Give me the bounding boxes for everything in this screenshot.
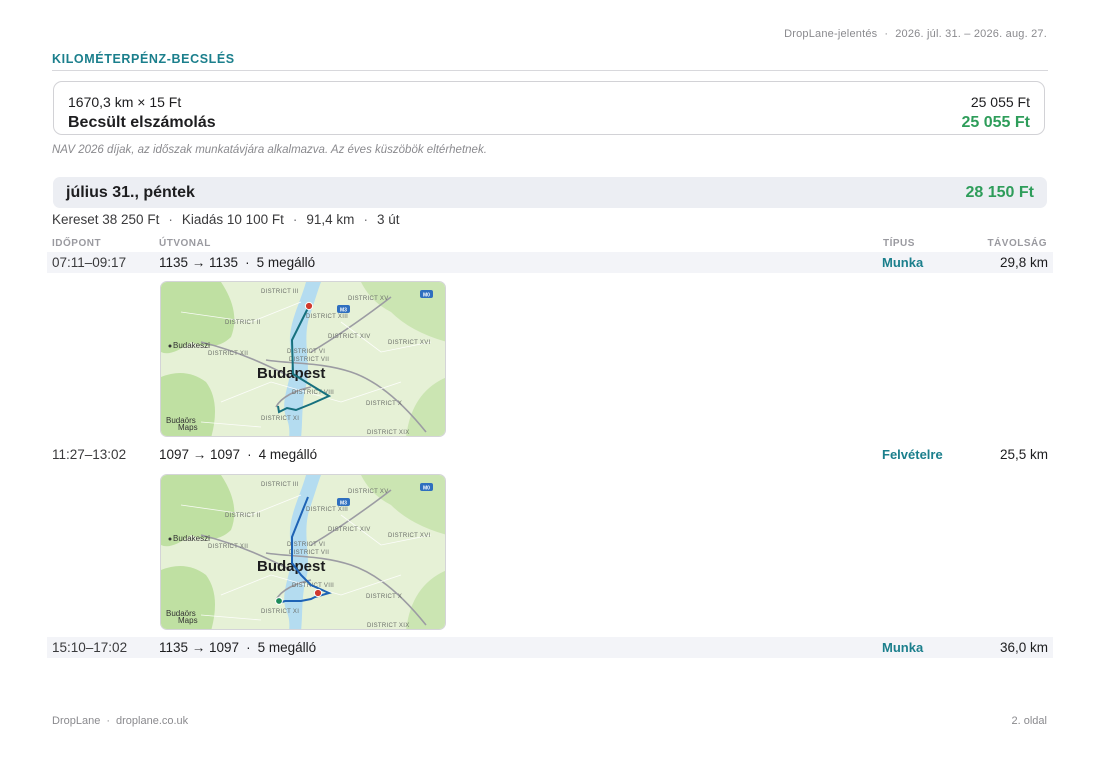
map-label-district-15: DISTRICT XV — [348, 296, 389, 302]
map-label-district-10: DISTRICT X — [366, 594, 402, 600]
separator: · — [168, 212, 173, 227]
footer-brand: DropLane · droplane.co.uk — [52, 715, 188, 727]
trip-stops: 4 megálló — [258, 447, 318, 462]
section-divider — [52, 70, 1048, 71]
estimate-total: 25 055 Ft — [961, 114, 1030, 131]
map-label-district-7: DISTRICT VII — [289, 357, 329, 363]
trip-type: Munka — [882, 255, 924, 270]
day-header: július 31., péntek 28 150 Ft — [53, 177, 1047, 208]
map-label-district-16: DISTRICT XVI — [388, 533, 431, 539]
route-start-marker — [275, 597, 283, 605]
page-number: 2. oldal — [1011, 715, 1047, 727]
day-total: 28 150 Ft — [965, 184, 1034, 201]
map-label-budakeszi: Budakeszi — [173, 341, 210, 350]
map-label-district-10: DISTRICT X — [366, 401, 402, 407]
mileage-estimate-card: 1670,3 km × 15 Ft 25 055 Ft Becsült elsz… — [53, 81, 1045, 135]
trip-route: 1097 → 1097 · 4 megálló — [159, 447, 317, 462]
trip-route-map[interactable]: M0 M3 DISTRICT III DISTRICT XV DISTRICT … — [160, 474, 446, 630]
trip-row[interactable]: 07:11–09:17 1135 → 1135 · 5 megálló Munka … — [47, 252, 1053, 273]
trip-route-codes: 1135 → 1097 — [159, 640, 240, 655]
day-expenses: Kiadás 10 100 Ft — [181, 212, 284, 227]
column-header-route: ÚTVONAL — [159, 238, 211, 249]
map-label-district-12: DISTRICT XII — [208, 351, 248, 357]
column-header-time: IDŐPONT — [52, 238, 102, 249]
report-header: DropLane-jelentés · 2026. júl. 31. – 2026.… — [784, 28, 1047, 40]
estimate-note: NAV 2026 díjak, az időszak munkatávjára … — [52, 144, 487, 156]
map-label-district-15: DISTRICT XV — [348, 489, 389, 495]
motorway-shield-m0: M0 — [423, 293, 430, 299]
trip-route-codes: 1097 → 1097 — [159, 447, 241, 462]
map-label-district-12: DISTRICT XII — [208, 544, 248, 550]
map-label-district-13: DISTRICT XIII — [306, 507, 348, 513]
trip-row[interactable]: 11:27–13:02 1097 → 1097 · 4 megálló Felvét… — [47, 444, 1053, 465]
map-label-district-3: DISTRICT III — [261, 482, 299, 488]
trip-route: 1135 → 1097 · 5 megálló — [159, 640, 316, 655]
estimate-label: Becsült elszámolás — [68, 114, 216, 131]
day-title: július 31., péntek — [66, 184, 195, 201]
separator: · — [245, 255, 250, 270]
map-label-budakeszi: Budakeszi — [173, 534, 210, 543]
rate-formula: 1670,3 km × 15 Ft — [68, 94, 182, 110]
map-label-district-3: DISTRICT III — [261, 289, 299, 295]
trip-time: 11:27–13:02 — [52, 447, 127, 462]
day-distance: 91,4 km — [306, 212, 355, 227]
trip-route: 1135 → 1135 · 5 megálló — [159, 255, 315, 270]
trip-row[interactable]: 15:10–17:02 1135 → 1097 · 5 megálló Munka … — [47, 637, 1053, 658]
map-label-district-7: DISTRICT VII — [289, 550, 329, 556]
map-attribution: Maps — [178, 616, 198, 625]
day-stats: Kereset 38 250 Ft · Kiadás 10 100 Ft · 91,4 … — [52, 212, 399, 227]
separator: · — [292, 212, 298, 227]
trip-distance: 25,5 km — [999, 447, 1048, 462]
map-label-district-11: DISTRICT XI — [261, 416, 299, 422]
trip-stops: 5 megálló — [257, 640, 317, 655]
motorway-shield-m3: M3 — [340, 308, 347, 314]
column-header-distance: TÁVOLSÁG — [987, 238, 1047, 249]
map-attribution: Maps — [178, 423, 198, 432]
route-end-marker — [313, 588, 323, 598]
map-label-district-2: DISTRICT II — [225, 320, 261, 326]
separator: · — [246, 640, 251, 655]
footer-site-link[interactable]: droplane.co.uk — [116, 715, 188, 727]
map-label-district-11: DISTRICT XI — [261, 609, 299, 615]
route-end-marker — [304, 301, 314, 311]
map-label-district-19: DISTRICT XIX — [367, 430, 410, 436]
separator: · — [106, 715, 110, 727]
motorway-shield-m0: M0 — [423, 486, 430, 492]
trip-route-map[interactable]: M0 M3 DISTRICT III DISTRICT XV DISTRICT … — [160, 281, 446, 437]
map-label-district-14: DISTRICT XIV — [328, 334, 371, 340]
day-trip-count: 3 út — [376, 212, 400, 227]
motorway-shield-m3: M3 — [340, 501, 347, 507]
map-label-district-13: DISTRICT XIII — [306, 314, 348, 320]
trip-time: 07:11–09:17 — [52, 255, 127, 270]
trip-type: Munka — [882, 640, 924, 655]
rate-formula-value: 25 055 Ft — [970, 94, 1030, 110]
report-name: DropLane-jelentés — [784, 28, 878, 40]
trip-route-codes: 1135 → 1135 — [159, 255, 239, 270]
separator: · — [247, 447, 252, 462]
map-label-district-19: DISTRICT XIX — [367, 623, 410, 629]
map-label-district-16: DISTRICT XVI — [388, 340, 431, 346]
map-label-district-14: DISTRICT XIV — [328, 527, 371, 533]
separator: · — [884, 28, 889, 40]
map-label-district-2: DISTRICT II — [225, 513, 261, 519]
day-earnings: Kereset 38 250 Ft — [52, 212, 160, 227]
trip-stops: 5 megálló — [256, 255, 316, 270]
section-title: KILOMÉTERPÉNZ-BECSLÉS — [52, 52, 235, 66]
map-city-label: Budapest — [257, 365, 325, 382]
footer-brand-name: DropLane — [52, 715, 101, 727]
trip-distance: 36,0 km — [999, 640, 1048, 655]
trip-distance: 29,8 km — [999, 255, 1048, 270]
report-period: 2026. júl. 31. – 2026. aug. 27. — [895, 28, 1047, 40]
trip-type: Felvételre — [882, 447, 943, 462]
trip-time: 15:10–17:02 — [52, 640, 128, 655]
separator: · — [363, 212, 368, 227]
column-header-type: TÍPUS — [883, 238, 915, 249]
